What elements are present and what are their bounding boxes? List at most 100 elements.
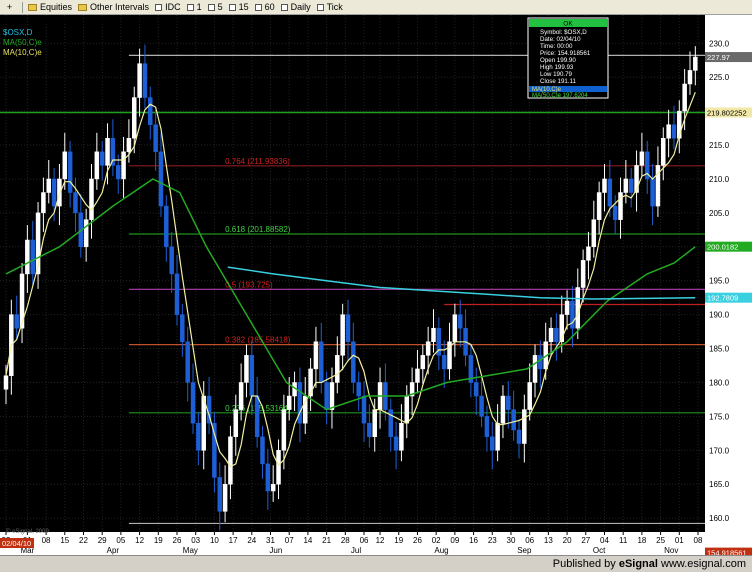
candle-body xyxy=(233,409,239,437)
y-tick-label: 210.0 xyxy=(709,175,730,184)
candle-body xyxy=(516,429,522,444)
candle-body xyxy=(671,124,677,139)
month-label: Nov xyxy=(664,546,678,555)
info-high: High 199.93 xyxy=(540,64,574,71)
footer-bar: Published by eSignal www.esignal.com xyxy=(0,555,752,572)
x-tick-label: 13 xyxy=(544,536,553,545)
x-tick-label: 28 xyxy=(341,536,350,545)
candle-body xyxy=(180,314,185,343)
x-tick-label: 12 xyxy=(376,536,385,545)
level-191-label: 191.49 xyxy=(439,293,467,303)
tick-label: Tick xyxy=(326,2,343,12)
candle-body xyxy=(297,382,303,424)
candle-body xyxy=(244,355,249,383)
x-tick-label: 14 xyxy=(303,536,312,545)
candle-body xyxy=(89,178,94,220)
candle-body xyxy=(490,436,495,451)
candle-body xyxy=(158,151,164,207)
x-tick-label: 26 xyxy=(173,536,182,545)
interval-daily-button[interactable]: Daily xyxy=(278,1,314,14)
high-2009-label: 2009 High xyxy=(637,99,676,109)
y-tick-label: 160.0 xyxy=(709,514,730,523)
equities-menu[interactable]: Equities xyxy=(25,1,75,14)
interval-icon xyxy=(186,3,194,11)
x-tick-label: 01 xyxy=(675,536,684,545)
x-tick-label: 02 xyxy=(432,536,441,545)
x-tick-label: 05 xyxy=(116,536,125,545)
info-close: Close 191.11 xyxy=(540,78,577,85)
info-price: Price: 154.918561 xyxy=(540,50,591,57)
x-tick-label: 19 xyxy=(394,536,403,545)
candle-body xyxy=(628,178,634,193)
interval-tick-button[interactable]: Tick xyxy=(314,1,346,14)
candle-body xyxy=(431,327,436,343)
x-tick-label: 17 xyxy=(229,536,238,545)
other-intervals-menu[interactable]: Other Intervals xyxy=(75,1,152,14)
y-tick-label: 165.0 xyxy=(709,480,730,489)
candle-body xyxy=(693,56,698,71)
candle-body xyxy=(661,138,666,166)
candle-body xyxy=(324,382,329,410)
candle-body xyxy=(254,395,260,437)
candle-body xyxy=(495,422,500,451)
new-chart-button[interactable]: + xyxy=(2,1,20,14)
fib-level-label: 0.5 (193.725) xyxy=(225,280,273,289)
x-tick-label: 18 xyxy=(637,536,646,545)
info-time: Time: 00:00 xyxy=(540,43,573,50)
ohlc-info-box: OK Symbol: $OSX,D Date: 02/04/10 Time: 0… xyxy=(527,17,609,99)
candle-body xyxy=(452,314,458,343)
candle-body xyxy=(94,151,100,180)
interval-idc-button[interactable]: IDC xyxy=(152,1,184,14)
candle-body xyxy=(351,341,356,383)
month-label: Jul xyxy=(351,546,361,555)
candle-body xyxy=(131,97,137,139)
candle-body xyxy=(623,178,629,193)
interval-60-label: 60 xyxy=(264,2,275,12)
fib-level-label: 0.764 (211.93836) xyxy=(225,157,290,166)
candle-body xyxy=(3,375,9,390)
candle-body xyxy=(142,63,148,98)
candle-body xyxy=(602,178,607,193)
y-tick-label: 225.0 xyxy=(709,73,730,82)
y-tick-label: 215.0 xyxy=(709,141,730,150)
candle-body xyxy=(372,409,377,437)
candle-body xyxy=(404,395,410,424)
esignal-url[interactable]: www.esignal.com xyxy=(661,558,746,570)
interval-5-button[interactable]: 5 xyxy=(205,1,226,14)
interval-5-label: 5 xyxy=(217,2,223,12)
x-tick-label: 03 xyxy=(191,536,200,545)
x-tick-label: 06 xyxy=(360,536,369,545)
interval-60-button[interactable]: 60 xyxy=(252,1,278,14)
candle-body xyxy=(415,368,420,383)
candle-body xyxy=(607,178,613,207)
price-chart[interactable]: 1.000 (228.22) 0.764 (211.93836) 0.618 (20… xyxy=(0,15,752,555)
chart-toolbar: + Equities Other Intervals IDC 1 5 15 60… xyxy=(0,0,752,15)
candle-body xyxy=(270,483,276,492)
axis-value-label: 219.802252 xyxy=(707,108,747,117)
candle-body xyxy=(51,178,57,207)
interval-icon xyxy=(155,3,163,11)
interval-15-button[interactable]: 15 xyxy=(226,1,252,14)
month-label: May xyxy=(183,546,198,555)
candle-body xyxy=(115,165,121,180)
y-tick-label: 190.0 xyxy=(709,311,730,320)
x-tick-label: 29 xyxy=(98,536,107,545)
axis-value-label: 227.97 xyxy=(707,53,730,62)
candle-body xyxy=(420,355,426,370)
candle-body xyxy=(479,395,484,417)
candle-body xyxy=(511,409,516,431)
interval-1-button[interactable]: 1 xyxy=(184,1,205,14)
candle-body xyxy=(164,205,169,248)
x-tick-label: 20 xyxy=(563,536,572,545)
published-by-label: Published by xyxy=(552,558,616,570)
candle-body xyxy=(682,83,687,112)
axis-value-label: 200.0182 xyxy=(707,243,738,252)
copyright-text: © eSignal, 2009 xyxy=(6,528,49,535)
x-tick-label: 15 xyxy=(60,536,69,545)
month-label: Apr xyxy=(107,546,120,555)
fib-level-label: 0.618 (201.88582) xyxy=(225,225,291,234)
candle-body xyxy=(484,416,490,437)
candle-body xyxy=(14,314,19,329)
candle-body xyxy=(554,327,559,343)
folder-icon xyxy=(28,3,37,11)
